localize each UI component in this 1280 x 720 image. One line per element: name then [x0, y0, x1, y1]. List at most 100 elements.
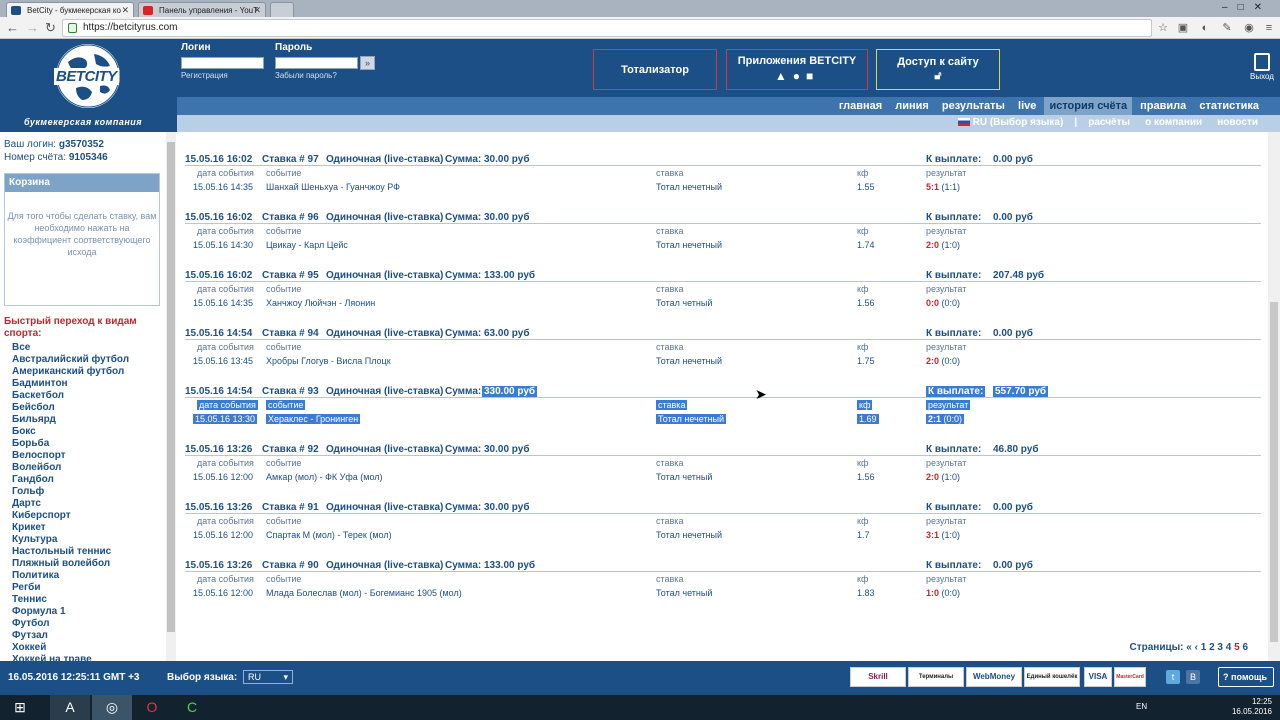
bet-column-labels: дата события событие ставка кф результат	[185, 456, 1261, 470]
sport-link[interactable]: Дартс	[12, 498, 129, 510]
window-controls[interactable]: –□✕	[1222, 2, 1272, 13]
sport-link[interactable]: Хоккей	[12, 642, 129, 654]
reload-icon[interactable]: ↻	[45, 20, 56, 36]
footer-language-select[interactable]: RU ▾	[243, 670, 293, 684]
payout-value: 46.80 руб	[993, 444, 1039, 455]
nav-statistics[interactable]: статистика	[1194, 97, 1264, 115]
site-access-button[interactable]: Доступ к сайту 🔓︎	[876, 49, 1000, 90]
page-link[interactable]: 5	[1234, 642, 1240, 653]
close-tab-icon[interactable]: ✕	[121, 5, 129, 16]
flag-ru-icon	[957, 118, 970, 126]
nav-home[interactable]: главная	[834, 97, 887, 115]
sport-link[interactable]: Баскетбол	[12, 390, 129, 402]
sport-link[interactable]: Пляжный волейбол	[12, 558, 129, 570]
nav-about[interactable]: о компании	[1139, 115, 1208, 128]
page-link[interactable]: 6	[1242, 642, 1248, 653]
exit-button[interactable]: Выход	[1250, 53, 1274, 81]
sport-link[interactable]: Бейсбол	[12, 402, 129, 414]
nav-news[interactable]: новости	[1211, 115, 1264, 128]
login-input[interactable]	[181, 57, 264, 69]
system-clock[interactable]: 12:25 16.05.2016	[1232, 697, 1272, 717]
bet-column-labels: дата события событие ставка кф результат	[185, 398, 1261, 412]
event-date: 15.05.16 12:00	[193, 530, 254, 540]
bet-result: 2:0 (0:0)	[926, 356, 960, 366]
payout-value: 0.00 руб	[993, 154, 1033, 165]
help-button[interactable]: ? помощь	[1218, 667, 1274, 687]
camtasia-icon[interactable]: C	[172, 695, 212, 720]
sport-link[interactable]: Борьба	[12, 438, 129, 450]
sport-link[interactable]: Крикет	[12, 522, 129, 534]
close-tab-icon[interactable]: ✕	[253, 5, 261, 16]
extension-icon[interactable]: ◉	[1242, 21, 1256, 35]
nav-line[interactable]: линия	[890, 97, 934, 115]
col-stake-label: ставка	[656, 226, 684, 236]
sport-link[interactable]: Футбол	[12, 618, 129, 630]
new-tab-button[interactable]	[270, 2, 294, 17]
browser-tab-betcity[interactable]: BetCity - букмекерская ко ✕	[6, 2, 134, 17]
opera-icon[interactable]: O	[132, 695, 172, 720]
sidebar-scrollbar[interactable]	[166, 132, 176, 661]
sport-link[interactable]: Регби	[12, 582, 129, 594]
twitter-icon[interactable]: t	[1166, 670, 1180, 684]
bet-datetime: 15.05.16 14:54	[185, 386, 253, 397]
bet-coef: 1.7	[857, 530, 870, 540]
nav-results[interactable]: результаты	[937, 97, 1010, 115]
extension-icon[interactable]: ◐	[1198, 21, 1212, 35]
sport-link[interactable]: Настольный теннис	[12, 546, 129, 558]
sport-link[interactable]: Хоккей на траве	[12, 654, 129, 661]
sport-link[interactable]: Бадминтон	[12, 378, 129, 390]
nav-account-history[interactable]: история счёта	[1044, 97, 1133, 115]
page-link[interactable]: 3	[1217, 642, 1223, 653]
forward-icon[interactable]: →	[26, 20, 39, 36]
page-link[interactable]: 2	[1209, 642, 1215, 653]
sport-link[interactable]: Велоспорт	[12, 450, 129, 462]
sport-link[interactable]: Бокс	[12, 426, 129, 438]
sport-link[interactable]: Австралийский футбол	[12, 354, 129, 366]
bet-id: Ставка # 93	[262, 386, 319, 397]
col-date-label: дата события	[197, 400, 258, 410]
page-link[interactable]: 1	[1201, 642, 1207, 653]
sport-link[interactable]: Все	[12, 342, 129, 354]
nav-rules[interactable]: правила	[1135, 97, 1191, 115]
sport-link[interactable]: Бильярд	[12, 414, 129, 426]
betcity-logo[interactable]: BETCITY	[54, 44, 120, 108]
sport-link[interactable]: Волейбол	[12, 462, 129, 474]
sport-link[interactable]: Культура	[12, 534, 129, 546]
login-submit-button[interactable]: »	[360, 56, 375, 70]
sport-link[interactable]: Гандбол	[12, 474, 129, 486]
sport-link[interactable]: Политика	[12, 570, 129, 582]
pagination-prev[interactable]: « ‹	[1186, 642, 1198, 653]
language-selector[interactable]: RU (Выбор языка)	[952, 115, 1070, 128]
keyboard-layout[interactable]: EN	[1136, 702, 1147, 711]
sport-link[interactable]: Киберспорт	[12, 510, 129, 522]
vk-icon[interactable]: В	[1186, 670, 1200, 684]
sport-link[interactable]: Формула 1	[12, 606, 129, 618]
sport-link[interactable]: Теннис	[12, 594, 129, 606]
bet-stake: Тотал нечетный	[656, 182, 723, 192]
extension-icon[interactable]: ✎	[1220, 21, 1234, 35]
sport-link[interactable]: Гольф	[12, 486, 129, 498]
star-icon[interactable]: ☆	[1156, 21, 1170, 35]
sport-link[interactable]: Американский футбол	[12, 366, 129, 378]
extension-icon[interactable]: ▣	[1176, 21, 1190, 35]
start-icon[interactable]: ⊞	[0, 695, 40, 720]
back-icon[interactable]: ←	[6, 20, 19, 36]
browser-tab-youtube[interactable]: Панель управления - YouT ✕	[138, 2, 266, 17]
address-bar[interactable]: https://betcityrus.com	[62, 19, 1152, 37]
password-input[interactable]	[275, 57, 358, 69]
menu-icon[interactable]: ≡	[1262, 21, 1276, 35]
register-link[interactable]: Регистрация	[181, 71, 228, 80]
sport-link[interactable]: Футзал	[12, 630, 129, 642]
scrollbar-thumb[interactable]	[1270, 302, 1278, 642]
forgot-password-link[interactable]: Забыли пароль?	[275, 71, 337, 80]
nav-live[interactable]: live	[1013, 97, 1041, 115]
page-scrollbar[interactable]	[1268, 132, 1280, 661]
bet-type: Одиночная (live-ставка)	[326, 270, 444, 281]
page-link[interactable]: 4	[1226, 642, 1232, 653]
app-a-icon[interactable]: A	[50, 695, 90, 720]
nav-settlements[interactable]: расчёты	[1082, 115, 1136, 128]
apps-button[interactable]: Приложения BETCITY ▲●■	[726, 49, 868, 90]
totalizator-button[interactable]: Тотализатор	[593, 49, 717, 90]
chrome-icon[interactable]: ◎	[92, 695, 132, 720]
scrollbar-thumb[interactable]	[167, 142, 175, 632]
